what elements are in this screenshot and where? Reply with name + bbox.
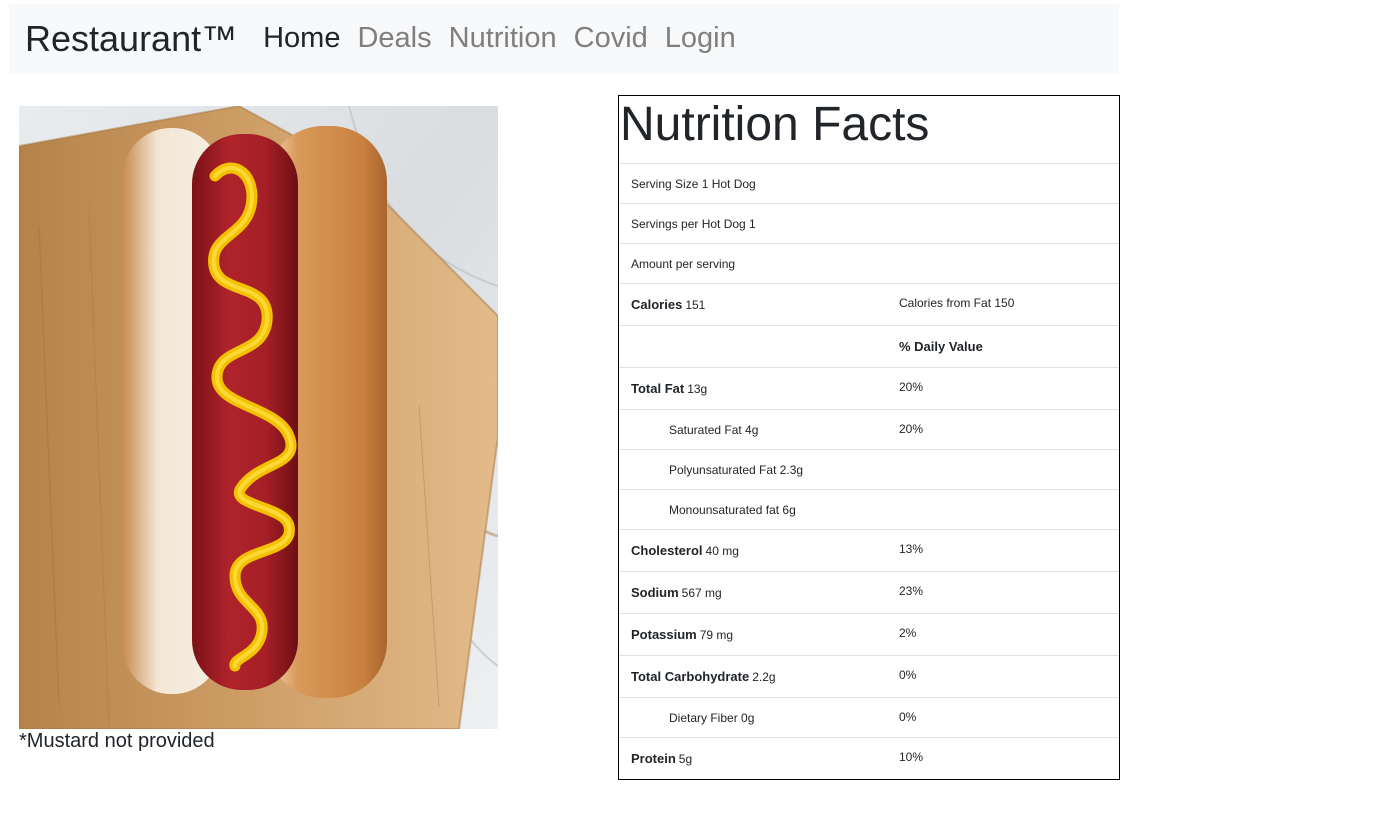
daily-value-header: % Daily Value <box>899 339 983 354</box>
nutrient-label: Total Carbohydrate <box>631 669 750 684</box>
table-row: Potassium 79 mg 2% <box>619 613 1119 655</box>
table-row: Serving Size 1 Hot Dog <box>619 163 1119 203</box>
daily-value: 0% <box>899 710 917 724</box>
nutrition-facts-table: Nutrition Facts Serving Size 1 Hot Dog S… <box>618 95 1120 780</box>
nutrient-label: Dietary Fiber 0g <box>669 710 755 725</box>
nutrient-cell: Cholesterol 40 mg <box>619 530 899 571</box>
nutrient-cell: Potassium 79 mg <box>619 614 899 655</box>
daily-value: 0% <box>899 668 917 682</box>
table-row: Monounsaturated fat 6g <box>619 489 1119 529</box>
daily-value <box>899 490 1119 529</box>
calories-from-fat: Calories from Fat 150 <box>899 296 1015 310</box>
daily-value: 23% <box>899 584 924 598</box>
daily-value: 10% <box>899 750 924 764</box>
nutrient-label: Cholesterol <box>631 543 703 558</box>
nutrient-cell: Protein 5g <box>619 738 899 779</box>
nutrient-cell: Total Carbohydrate 2.2g <box>619 656 899 697</box>
nutrient-label: Protein <box>631 751 676 766</box>
table-row: Polyunsaturated Fat 2.3g <box>619 449 1119 489</box>
table-row: Saturated Fat 4g 20% <box>619 409 1119 449</box>
serving-size: Serving Size 1 Hot Dog <box>631 176 756 191</box>
nav-link-home[interactable]: Home <box>263 24 340 53</box>
amount-per-serving: Amount per serving <box>631 256 736 271</box>
table-row: Cholesterol 40 mg 13% <box>619 529 1119 571</box>
nutrient-label: Total Fat <box>631 381 685 396</box>
calories-label: Calories <box>631 297 683 312</box>
nav-link-deals[interactable]: Deals <box>357 24 431 53</box>
nutrient-label: Saturated Fat 4g <box>669 422 759 437</box>
nutrient-cell: Sodium 567 mg <box>619 572 899 613</box>
servings-per-container: Servings per Hot Dog 1 <box>631 216 756 231</box>
calories-value: 151 <box>685 297 706 312</box>
table-row: Calories 151 Calories from Fat 150 <box>619 283 1119 325</box>
image-caption: *Mustard not provided <box>19 730 215 752</box>
hot-dog-image <box>19 106 498 729</box>
nav-link-login[interactable]: Login <box>665 24 736 53</box>
table-row: % Daily Value <box>619 325 1119 367</box>
calories-cell: Calories 151 <box>619 284 899 325</box>
nutrient-cell: Total Fat 13g <box>619 368 899 409</box>
daily-value <box>899 450 1119 489</box>
nutrient-amount: 13g <box>687 381 708 396</box>
nutrient-amount: 2.2g <box>752 669 776 684</box>
daily-value: 13% <box>899 542 924 556</box>
nutrient-amount: 5g <box>678 751 693 766</box>
table-row: Sodium 567 mg 23% <box>619 571 1119 613</box>
table-row: Amount per serving <box>619 243 1119 283</box>
navbar: Restaurant™ Home Deals Nutrition Covid L… <box>9 4 1119 73</box>
nutrient-label: Potassium <box>631 627 697 642</box>
daily-value: 20% <box>899 422 924 436</box>
nutrient-label: Monounsaturated fat 6g <box>669 502 796 517</box>
daily-value: 20% <box>899 380 924 394</box>
table-row: Dietary Fiber 0g 0% <box>619 697 1119 737</box>
nav-link-covid[interactable]: Covid <box>574 24 648 53</box>
nutrition-title: Nutrition Facts <box>620 98 930 151</box>
nutrient-label: Sodium <box>631 585 679 600</box>
table-row: Total Carbohydrate 2.2g 0% <box>619 655 1119 697</box>
nav-link-nutrition[interactable]: Nutrition <box>449 24 557 53</box>
nutrient-amount: 567 mg <box>681 585 722 600</box>
table-row: Total Fat 13g 20% <box>619 367 1119 409</box>
brand-logo-text[interactable]: Restaurant™ <box>25 20 237 57</box>
table-row: Protein 5g 10% <box>619 737 1119 779</box>
nutrient-amount: 40 mg <box>705 543 739 558</box>
nutrient-label: Polyunsaturated Fat 2.3g <box>669 462 804 477</box>
table-row: Servings per Hot Dog 1 <box>619 203 1119 243</box>
nutrient-amount: 79 mg <box>699 627 734 642</box>
daily-value: 2% <box>899 626 917 640</box>
